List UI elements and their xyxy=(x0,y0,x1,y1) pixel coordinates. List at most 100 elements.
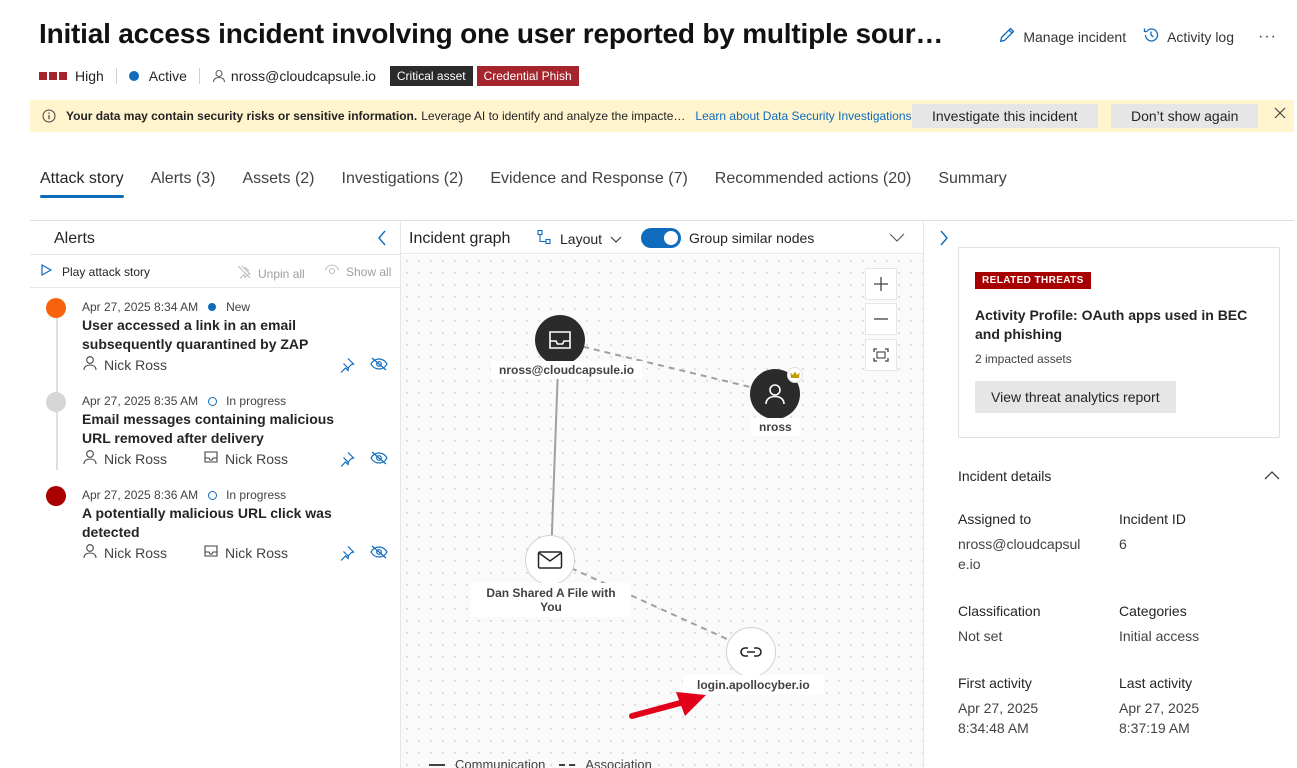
history-icon xyxy=(1142,26,1160,47)
alert-meta: Apr 27, 2025 8:35 AM In progress xyxy=(82,394,286,408)
severity-icon xyxy=(39,72,67,80)
manage-incident-button[interactable]: Manage incident xyxy=(998,26,1126,47)
info-icon xyxy=(42,109,56,123)
group-similar-nodes-toggle[interactable]: Group similar nodes xyxy=(641,228,814,248)
alert-item[interactable]: Apr 27, 2025 8:35 AM In progress Email m… xyxy=(30,387,400,477)
dashed-line-icon xyxy=(559,763,576,766)
hide-icon[interactable] xyxy=(370,545,388,564)
alert-entities: Nick Ross xyxy=(82,355,167,374)
tag-critical-asset[interactable]: Critical asset xyxy=(389,66,473,86)
tag-credential-phish[interactable]: Credential Phish xyxy=(476,66,579,86)
minus-icon xyxy=(874,318,888,320)
mailbox-node-label: nross@cloudcapsule.io xyxy=(491,361,643,379)
tab-alerts[interactable]: Alerts (3) xyxy=(151,170,216,198)
pin-icon[interactable] xyxy=(339,357,355,378)
group-similar-nodes-label: Group similar nodes xyxy=(689,230,815,246)
alert-name[interactable]: Email messages containing malicious URL … xyxy=(82,410,342,448)
alert-device: Nick Ross xyxy=(225,450,289,467)
field-value: nross@cloudcapsule.io xyxy=(958,536,1081,572)
tab-recommended-actions[interactable]: Recommended actions (20) xyxy=(715,170,912,198)
tab-evidence-and-response[interactable]: Evidence and Response (7) xyxy=(490,170,687,198)
crown-icon xyxy=(787,367,803,383)
investigate-incident-button[interactable]: Investigate this incident xyxy=(912,104,1098,128)
status-dot-icon xyxy=(128,71,139,81)
threat-title[interactable]: Activity Profile: OAuth apps used in BEC… xyxy=(975,306,1267,344)
play-icon xyxy=(40,263,53,279)
hide-icon[interactable] xyxy=(370,357,388,376)
link-icon xyxy=(740,647,762,657)
alert-name[interactable]: User accessed a link in an email subsequ… xyxy=(82,316,342,354)
mailbox-node[interactable] xyxy=(535,315,585,365)
zoom-in-button[interactable] xyxy=(865,268,897,300)
unpin-all-label: Unpin all xyxy=(258,266,305,281)
view-threat-analytics-button[interactable]: View threat analytics report xyxy=(975,381,1176,413)
alert-status: New xyxy=(226,300,251,314)
hide-icon[interactable] xyxy=(370,451,388,470)
status-new-icon xyxy=(208,303,217,311)
person-icon xyxy=(212,69,226,83)
pin-icon[interactable] xyxy=(339,451,355,472)
field-label: First activity xyxy=(958,675,1032,691)
alert-name[interactable]: A potentially malicious URL click was de… xyxy=(82,504,342,542)
tab-summary[interactable]: Summary xyxy=(938,170,1006,198)
eye-icon xyxy=(324,264,340,279)
chevron-left-icon[interactable] xyxy=(376,229,388,252)
fit-to-screen-button[interactable] xyxy=(865,339,897,371)
alert-entities: Nick Ross Nick Ross xyxy=(82,543,288,562)
unpin-icon xyxy=(236,264,252,283)
more-options-button[interactable]: ··· xyxy=(1258,28,1277,46)
alert-item[interactable]: Apr 27, 2025 8:34 AM New User accessed a… xyxy=(30,293,400,383)
field-label: Categories xyxy=(1119,603,1187,619)
tab-assets[interactable]: Assets (2) xyxy=(242,170,314,198)
chevron-up-icon[interactable] xyxy=(1264,467,1280,485)
person-icon xyxy=(765,384,785,405)
banner-text: Leverage AI to identify and analyze the … xyxy=(421,109,686,123)
last-activity-field: Last activity Apr 27, 2025 8:37:19 AM xyxy=(1119,675,1269,738)
play-attack-story-button[interactable]: Play attack story xyxy=(40,263,151,279)
zoom-out-button[interactable] xyxy=(865,303,897,335)
details-panel: RELATED THREATS Activity Profile: OAuth … xyxy=(924,221,1297,768)
alert-user: Nick Ross xyxy=(104,544,168,561)
divider xyxy=(30,254,400,255)
incident-graph-panel: Incident graph Layout Group similar node… xyxy=(400,221,924,768)
envelope-icon xyxy=(537,551,563,569)
play-attack-story-label: Play attack story xyxy=(62,264,151,279)
person-icon xyxy=(82,355,98,374)
incident-tabs: Attack story Alerts (3) Assets (2) Inves… xyxy=(40,170,1007,198)
show-all-button[interactable]: Show all xyxy=(324,264,391,279)
plus-icon xyxy=(874,277,888,291)
chevron-right-icon[interactable] xyxy=(938,229,950,252)
toggle-switch[interactable] xyxy=(641,228,681,248)
unpin-all-button[interactable]: Unpin all xyxy=(236,264,305,283)
layout-label: Layout xyxy=(560,230,603,247)
user-label[interactable]: nross@cloudcapsule.io xyxy=(231,68,376,84)
first-activity-field: First activity Apr 27, 2025 8:34:48 AM xyxy=(958,675,1108,738)
alert-meta: Apr 27, 2025 8:36 AM In progress xyxy=(82,488,286,502)
alert-user: Nick Ross xyxy=(104,450,168,467)
inbox-icon xyxy=(549,331,571,349)
banner-headline: Your data may contain security risks or … xyxy=(66,109,418,123)
severity-dot-icon xyxy=(46,486,66,506)
dont-show-again-button[interactable]: Don’t show again xyxy=(1111,104,1259,128)
field-value: Apr 27, 2025 8:34:48 AM xyxy=(958,700,1039,736)
alerts-panel-title: Alerts xyxy=(54,230,95,247)
alert-item[interactable]: Apr 27, 2025 8:36 AM In progress A poten… xyxy=(30,481,400,571)
tab-attack-story[interactable]: Attack story xyxy=(40,170,124,198)
incident-id-field: Incident ID 6 xyxy=(1119,511,1269,554)
person-icon xyxy=(82,449,98,468)
banner-learn-link[interactable]: Learn about Data Security Investigations xyxy=(695,109,911,123)
mailbox-icon xyxy=(203,544,219,561)
pin-icon[interactable] xyxy=(339,545,355,566)
field-value: Initial access xyxy=(1119,628,1200,644)
severity-label: High xyxy=(75,68,104,84)
close-icon[interactable] xyxy=(1274,107,1286,122)
alert-entities: Nick Ross Nick Ross xyxy=(82,449,288,468)
field-label: Assigned to xyxy=(958,511,1032,527)
tab-investigations[interactable]: Investigations (2) xyxy=(342,170,464,198)
threat-impacted-assets: 2 impacted assets xyxy=(975,352,1072,366)
layout-dropdown[interactable]: Layout xyxy=(536,229,622,248)
url-node[interactable] xyxy=(726,627,776,677)
activity-log-button[interactable]: Activity log xyxy=(1142,26,1234,47)
email-node[interactable] xyxy=(525,535,575,585)
chevron-down-icon[interactable] xyxy=(889,230,905,248)
